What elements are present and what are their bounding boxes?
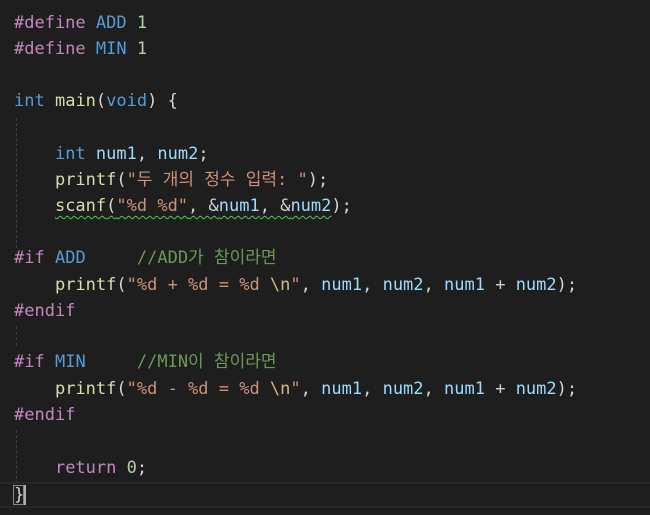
function-name: printf bbox=[54, 170, 117, 190]
code-line-16[interactable]: #endif bbox=[14, 402, 75, 428]
punctuation: , bbox=[423, 379, 445, 399]
comment: //MIN이 참이라면 bbox=[136, 352, 277, 372]
text-cursor bbox=[24, 485, 26, 505]
indent-guide bbox=[16, 326, 17, 346]
code-line-15[interactable]: printf("%d - %d = %d \n", num1, num2, nu… bbox=[14, 376, 577, 402]
code-editor[interactable]: #define ADD 1 #define MIN 1 int main(voi… bbox=[0, 0, 650, 515]
escape-sequence: \n bbox=[269, 275, 291, 295]
function-name: printf bbox=[54, 379, 117, 399]
code-line-18[interactable]: return 0; bbox=[14, 455, 147, 481]
variable: num2 bbox=[515, 379, 557, 399]
code-line-10[interactable]: #if ADD //ADD가 참이라면 bbox=[14, 245, 276, 271]
variable: num2 bbox=[515, 275, 557, 295]
punctuation: , bbox=[136, 144, 158, 164]
string-literal: " bbox=[290, 275, 301, 295]
punctuation: , bbox=[423, 275, 445, 295]
type-keyword: void bbox=[106, 91, 148, 111]
type-keyword: int bbox=[14, 91, 45, 111]
operator: + bbox=[484, 379, 516, 399]
code-line-4[interactable]: int main(void) { bbox=[14, 88, 178, 114]
punctuation: ( bbox=[116, 275, 127, 295]
macro-name: MIN bbox=[95, 39, 127, 59]
code-line-8[interactable]: scanf("%d %d", &num1, &num2); bbox=[14, 193, 352, 219]
punctuation: , bbox=[300, 379, 322, 399]
macro-name: ADD bbox=[54, 248, 86, 268]
escape-sequence: \n bbox=[269, 379, 291, 399]
function-name: scanf bbox=[54, 196, 107, 216]
comment: //ADD가 참이라면 bbox=[136, 248, 277, 268]
code-line-2[interactable]: #define MIN 1 bbox=[14, 36, 147, 62]
string-literal: "%d + %d = %d bbox=[126, 275, 270, 295]
code-line-11[interactable]: printf("%d + %d = %d \n", num1, num2, nu… bbox=[14, 272, 577, 298]
punctuation: ); bbox=[331, 196, 352, 216]
code-line-12[interactable]: #endif bbox=[14, 298, 75, 324]
code-line-14[interactable]: #if MIN //MIN이 참이라면 bbox=[14, 349, 276, 375]
punctuation: ( bbox=[116, 170, 127, 190]
macro-name: MIN bbox=[54, 352, 86, 372]
preprocessor-directive: #endif bbox=[14, 405, 76, 425]
variable: num1 bbox=[444, 275, 485, 295]
punctuation: ) { bbox=[147, 91, 178, 111]
number-literal: 0 bbox=[126, 458, 137, 478]
punctuation: ; bbox=[136, 458, 148, 478]
punctuation: ; bbox=[198, 144, 209, 164]
variable: num2 bbox=[382, 379, 424, 399]
string-literal: "%d %d" bbox=[116, 196, 189, 216]
string-literal: "두 개의 정수 입력: " bbox=[126, 170, 308, 190]
variable: num2 bbox=[290, 196, 332, 216]
preprocessor-directive: #if bbox=[14, 248, 45, 268]
number-literal: 1 bbox=[136, 39, 148, 59]
code-line-7[interactable]: printf("두 개의 정수 입력: "); bbox=[14, 167, 328, 193]
punctuation: , bbox=[300, 275, 322, 295]
number-literal: 1 bbox=[136, 13, 148, 33]
code-line-19[interactable]: } bbox=[14, 482, 24, 508]
string-literal: " bbox=[290, 379, 301, 399]
punctuation: ( bbox=[106, 196, 117, 216]
closing-brace: } bbox=[14, 485, 25, 505]
string-literal: "%d - %d = %d bbox=[126, 379, 270, 399]
variable: num1 bbox=[95, 144, 137, 164]
punctuation: , bbox=[362, 275, 383, 295]
current-line-highlight bbox=[0, 482, 650, 508]
code-line-1[interactable]: #define ADD 1 bbox=[14, 10, 147, 36]
warning-squiggle[interactable]: scanf("%d %d", &num1, &num2 bbox=[55, 196, 331, 216]
punctuation: ( bbox=[95, 91, 107, 111]
variable: num1 bbox=[321, 379, 363, 399]
variable: num1 bbox=[321, 275, 363, 295]
preprocessor-directive: #if bbox=[14, 352, 45, 372]
code-line-6[interactable]: int num1, num2; bbox=[14, 141, 209, 167]
punctuation: ( bbox=[116, 379, 127, 399]
function-name: printf bbox=[54, 275, 117, 295]
type-keyword: int bbox=[54, 144, 86, 164]
preprocessor-directive: #define bbox=[14, 13, 86, 33]
variable: num1 bbox=[218, 196, 260, 216]
operator: + bbox=[484, 275, 516, 295]
function-name: main bbox=[54, 91, 96, 111]
macro-name: ADD bbox=[95, 13, 127, 33]
punctuation: ); bbox=[307, 170, 329, 190]
punctuation: ); bbox=[556, 379, 578, 399]
variable: num1 bbox=[444, 379, 485, 399]
variable: num2 bbox=[157, 144, 199, 164]
punctuation: , & bbox=[259, 196, 291, 216]
variable: num2 bbox=[382, 275, 424, 295]
preprocessor-directive: #endif bbox=[14, 301, 76, 321]
preprocessor-directive: #define bbox=[14, 39, 86, 59]
punctuation: , bbox=[362, 379, 383, 399]
punctuation: ); bbox=[556, 275, 578, 295]
return-keyword: return bbox=[54, 458, 117, 478]
punctuation: , & bbox=[188, 196, 219, 216]
